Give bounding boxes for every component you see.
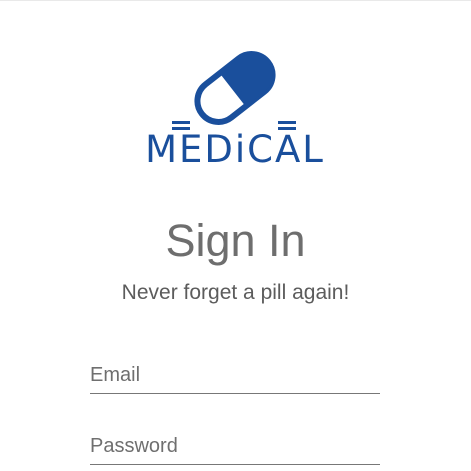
pill-capsule-icon bbox=[172, 51, 296, 130]
sign-in-screen: MEDiCAL Sign In Never forget a pill agai… bbox=[0, 0, 471, 471]
email-field-container bbox=[90, 353, 380, 394]
password-field-container bbox=[90, 424, 380, 465]
page-subtitle: Never forget a pill again! bbox=[121, 281, 350, 304]
top-divider bbox=[0, 0, 471, 1]
email-field[interactable] bbox=[90, 364, 380, 387]
password-field[interactable] bbox=[90, 435, 380, 458]
page-title: Sign In bbox=[165, 215, 306, 266]
app-logo: MEDiCAL bbox=[140, 46, 330, 176]
logo-wordmark: MEDiCAL bbox=[145, 128, 325, 171]
